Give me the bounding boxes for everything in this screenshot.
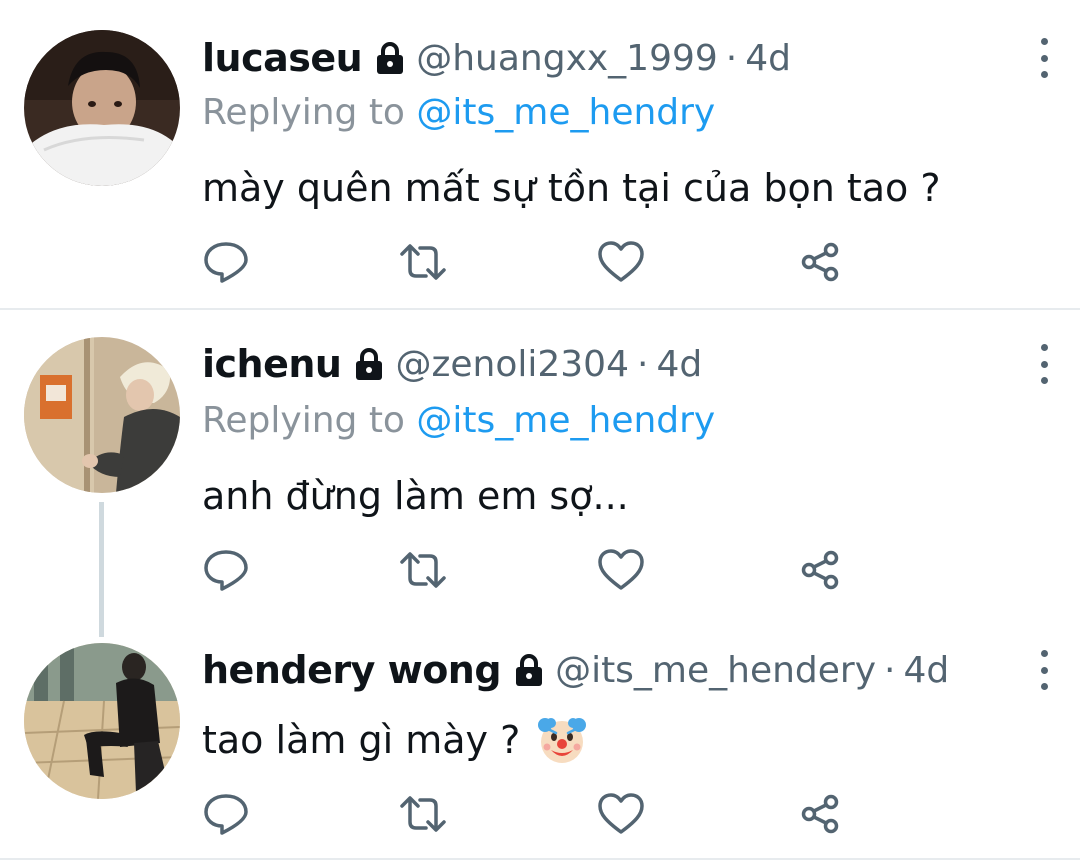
avatar-lucaseu[interactable] [24, 30, 180, 186]
more-vertical-icon[interactable] [1034, 38, 1054, 78]
avatar-ichenu[interactable] [24, 337, 180, 493]
heart-icon[interactable] [596, 240, 646, 284]
thread-line [99, 502, 104, 637]
tweet-time[interactable]: 4d [656, 344, 702, 385]
tweet-time[interactable]: 4d [745, 38, 791, 79]
tweet-divider [0, 858, 1080, 860]
retweet-icon[interactable] [398, 548, 448, 592]
reply-icon[interactable] [202, 548, 252, 592]
reply-icon[interactable] [202, 240, 252, 284]
user-handle[interactable]: @its_me_hendery [555, 650, 876, 691]
tweet-header: lucaseu @huangxx_1999 · 4d [202, 34, 791, 82]
replying-prefix: Replying to [202, 400, 417, 441]
reply-icon[interactable] [202, 792, 252, 836]
share-icon[interactable] [796, 240, 846, 284]
share-icon[interactable] [796, 548, 846, 592]
avatar-hendery-wong[interactable] [24, 643, 180, 799]
replying-to: Replying to @its_me_hendry [202, 400, 715, 441]
heart-icon[interactable] [596, 548, 646, 592]
display-name[interactable]: ichenu [202, 342, 342, 386]
tweet-text-content: mày quên mất sự tồn tại của bọn tao ? [202, 166, 941, 210]
tweet-text: tao làm gì mày ? [202, 712, 588, 768]
share-icon[interactable] [796, 792, 846, 836]
separator-dot: · [725, 37, 738, 79]
lock-icon [513, 652, 545, 688]
tweet-1[interactable]: lucaseu @huangxx_1999 · 4d Replying to @… [0, 0, 1080, 308]
retweet-icon[interactable] [398, 792, 448, 836]
mention-link[interactable]: @its_me_hendry [416, 400, 715, 441]
separator-dot: · [637, 343, 649, 385]
tweet-header: hendery wong @its_me_hendery · 4d [202, 646, 949, 694]
tweet-3[interactable]: hendery wong @its_me_hendery · 4d tao là… [0, 640, 1080, 858]
avatar-image [24, 337, 180, 493]
tweet-text: anh đừng làm em sợ... [202, 468, 629, 524]
tweet-text-content: anh đừng làm em sợ... [202, 474, 629, 518]
clown-face-icon [536, 714, 588, 766]
lock-icon [353, 346, 385, 382]
tweet-time[interactable]: 4d [904, 650, 950, 691]
display-name[interactable]: hendery wong [202, 648, 502, 692]
tweet-actions [202, 548, 862, 592]
heart-icon[interactable] [596, 792, 646, 836]
mention-link[interactable]: @its_me_hendry [416, 92, 715, 133]
lock-icon [374, 40, 406, 76]
tweet-actions [202, 240, 862, 284]
avatar-image [24, 643, 180, 799]
more-vertical-icon[interactable] [1034, 344, 1054, 384]
more-vertical-icon[interactable] [1034, 650, 1054, 690]
tweet-header: ichenu @zenoli2304 · 4d [202, 340, 702, 388]
tweet-text: mày quên mất sự tồn tại của bọn tao ? [202, 160, 941, 216]
separator-dot: · [884, 649, 896, 691]
avatar-image [24, 30, 180, 186]
replying-to: Replying to @its_me_hendry [202, 92, 715, 133]
retweet-icon[interactable] [398, 240, 448, 284]
tweet-text-content: tao làm gì mày ? [202, 718, 521, 762]
user-handle[interactable]: @huangxx_1999 [416, 38, 718, 79]
tweet-2[interactable]: ichenu @zenoli2304 · 4d Replying to @its… [0, 310, 1080, 640]
display-name[interactable]: lucaseu [202, 36, 363, 80]
user-handle[interactable]: @zenoli2304 [395, 344, 629, 385]
tweet-actions [202, 792, 862, 836]
replying-prefix: Replying to [202, 92, 417, 133]
